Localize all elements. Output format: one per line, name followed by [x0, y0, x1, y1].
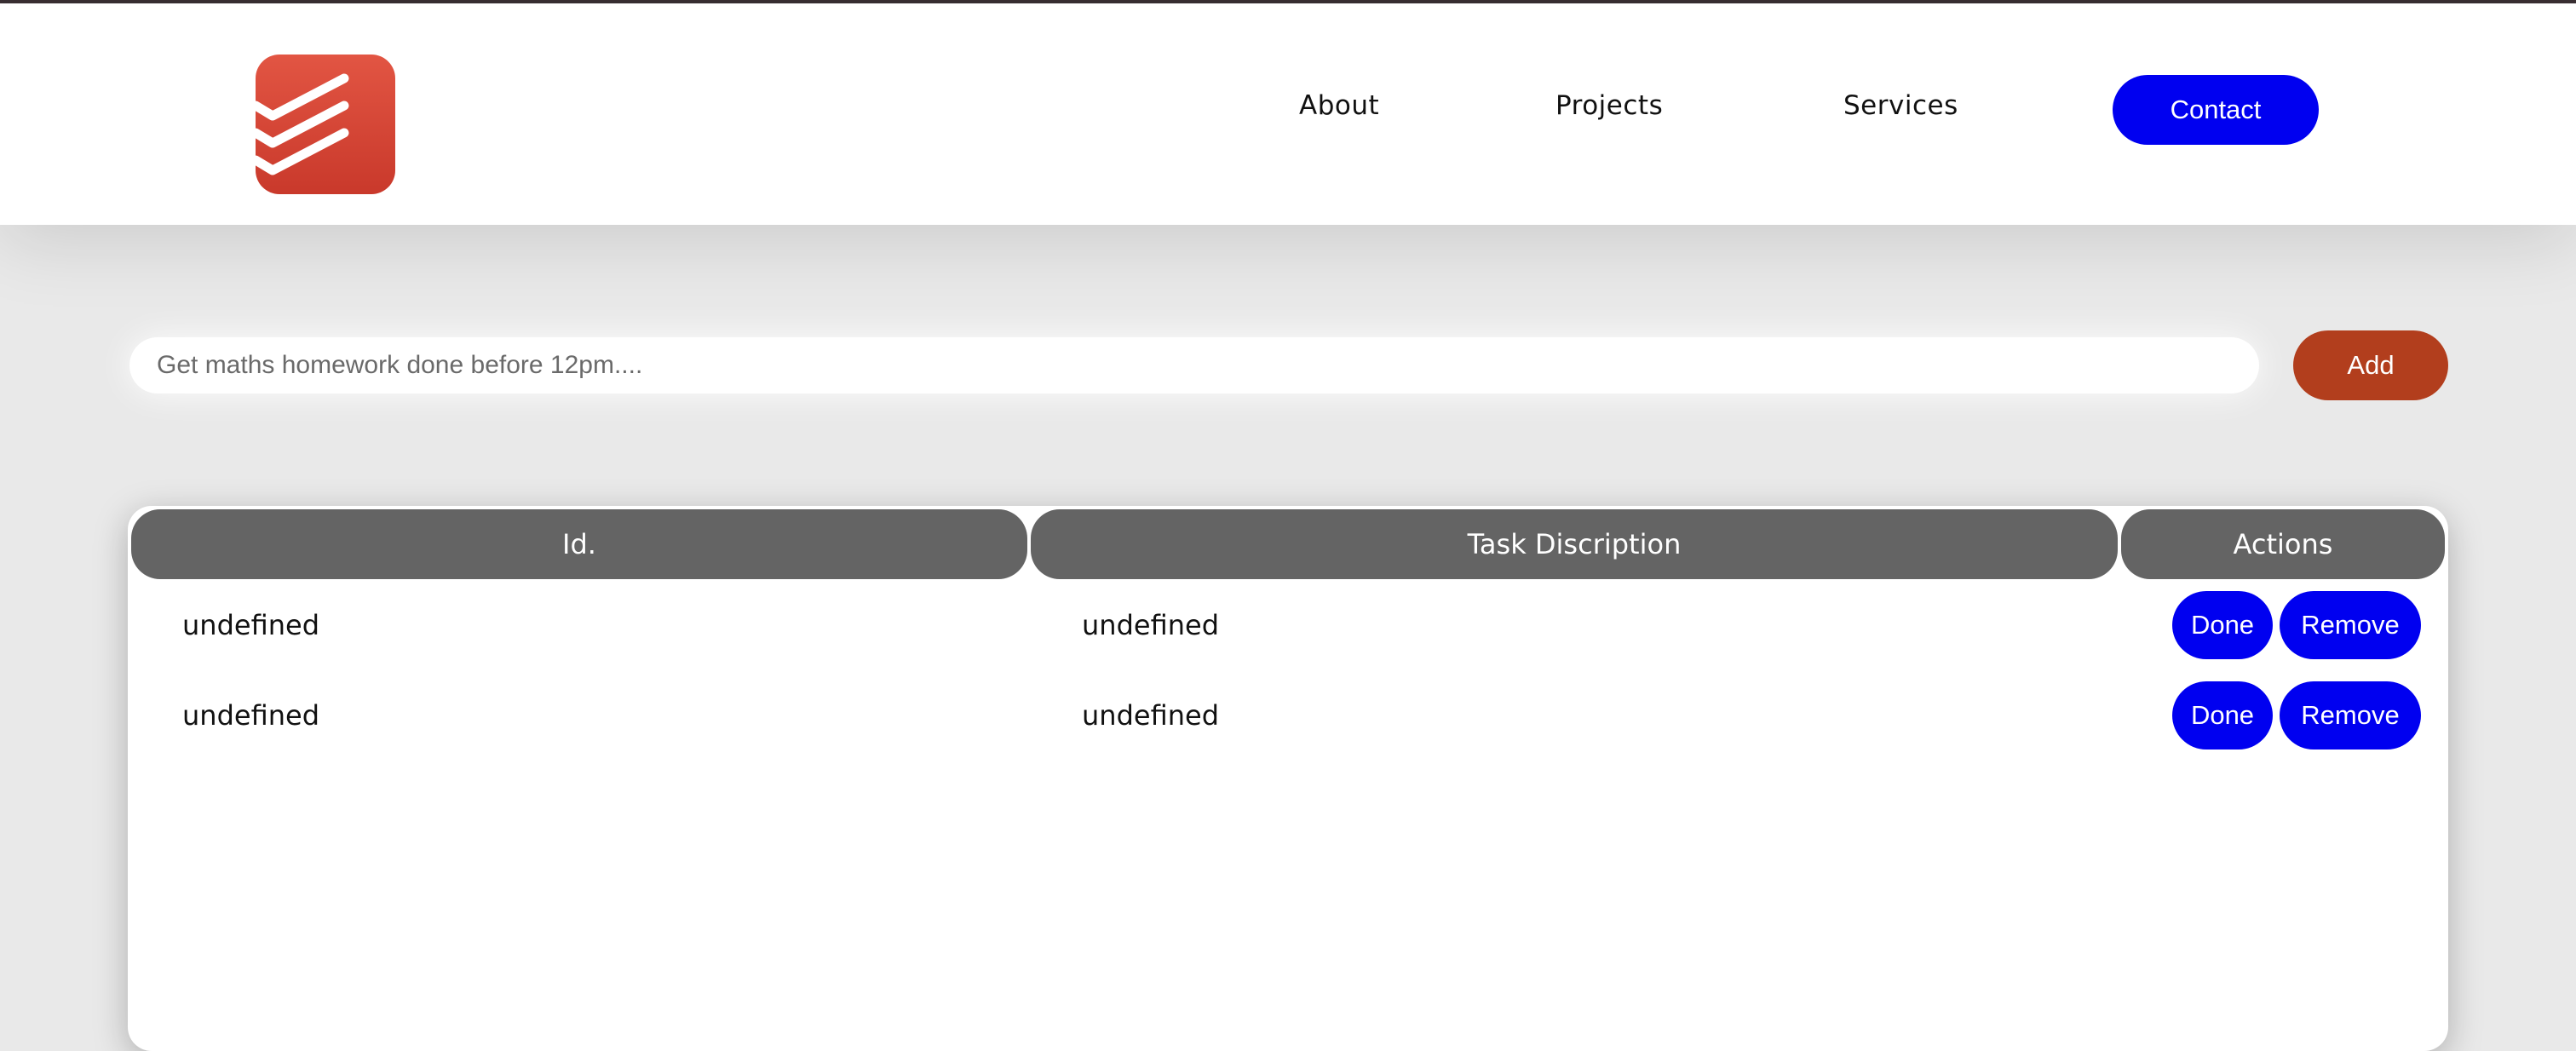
stacked-checks-icon: [256, 73, 349, 175]
nav-projects-link[interactable]: Projects: [1555, 90, 1663, 131]
task-id-cell: undefined: [182, 699, 319, 732]
nav-about-link[interactable]: About: [1299, 90, 1379, 131]
remove-button[interactable]: Remove: [2280, 681, 2421, 749]
todoist-logo-icon[interactable]: [256, 55, 395, 194]
task-table: Id. Task Discription Actions undefined u…: [128, 506, 2448, 1051]
done-button[interactable]: Done: [2172, 681, 2273, 749]
column-header-actions: Actions: [2121, 509, 2445, 579]
task-input[interactable]: [129, 337, 2259, 393]
nav-services-link[interactable]: Services: [1843, 90, 1958, 131]
add-task-button[interactable]: Add: [2293, 330, 2448, 400]
site-header: About Projects Services Contact: [0, 3, 2576, 225]
task-id-cell: undefined: [182, 609, 319, 641]
column-header-id: Id.: [131, 509, 1027, 579]
remove-button[interactable]: Remove: [2280, 591, 2421, 659]
column-header-task-description: Task Discription: [1031, 509, 2118, 579]
contact-button[interactable]: Contact: [2113, 75, 2319, 145]
task-description-cell: undefined: [1082, 609, 1219, 641]
task-description-cell: undefined: [1082, 699, 1219, 732]
done-button[interactable]: Done: [2172, 591, 2273, 659]
